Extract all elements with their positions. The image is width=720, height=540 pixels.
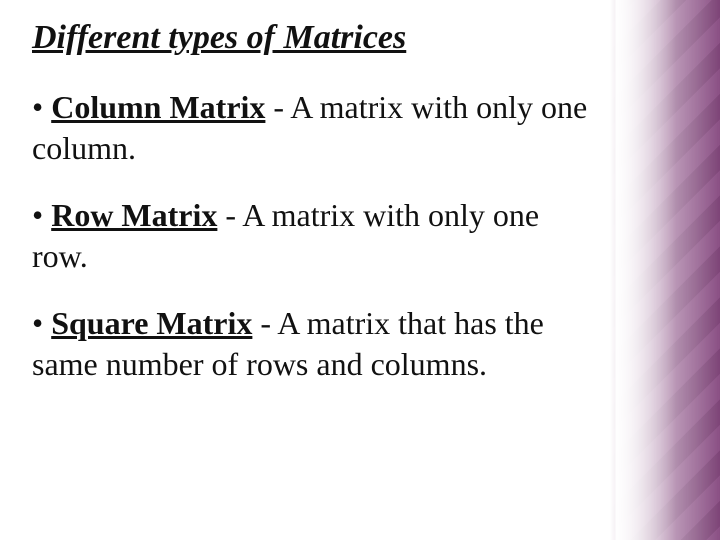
- slide-content: Different types of Matrices • Column Mat…: [32, 18, 600, 411]
- list-item: • Square Matrix - A matrix that has the …: [32, 303, 600, 385]
- list-item: • Row Matrix - A matrix with only one ro…: [32, 195, 600, 277]
- bullet-marker: •: [32, 305, 51, 341]
- bullet-marker: •: [32, 89, 51, 125]
- list-item: • Column Matrix - A matrix with only one…: [32, 87, 600, 169]
- term: Column Matrix: [51, 89, 265, 125]
- term: Square Matrix: [51, 305, 252, 341]
- term: Row Matrix: [51, 197, 217, 233]
- bullet-marker: •: [32, 197, 51, 233]
- slide-title: Different types of Matrices: [32, 18, 600, 59]
- side-decorative-pattern: [610, 0, 720, 540]
- slide: Different types of Matrices • Column Mat…: [0, 0, 720, 540]
